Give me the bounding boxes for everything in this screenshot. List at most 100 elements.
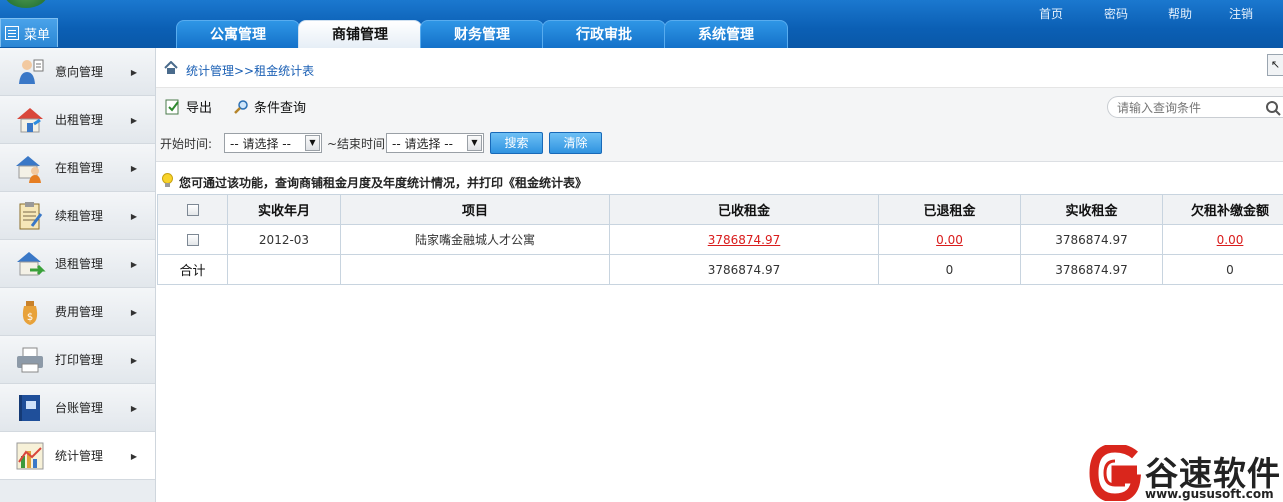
sidebar-item-renting[interactable]: 在租管理 ▶ xyxy=(0,144,155,192)
toolbar: 导出 条件查询 xyxy=(156,88,1283,124)
tab-admin-approval[interactable]: 行政审批 xyxy=(542,20,666,48)
tab-system-management[interactable]: 系统管理 xyxy=(664,20,788,48)
table-total-row: 合计 3786874.97 0 3786874.97 0 xyxy=(157,254,1283,285)
tab-apartment-management[interactable]: 公寓管理 xyxy=(176,20,300,48)
cell-empty xyxy=(340,254,610,285)
sidebar-item-label: 出租管理 xyxy=(55,113,104,127)
search-input[interactable] xyxy=(1117,99,1257,116)
column-header-refunded[interactable]: 已退租金 xyxy=(878,194,1021,225)
export-button[interactable]: 导出 xyxy=(165,97,212,116)
condition-query-label: 条件查询 xyxy=(254,101,307,116)
watermark-url: www.gususoft.com xyxy=(1145,487,1274,501)
tab-finance-management[interactable]: 财务管理 xyxy=(420,20,544,48)
back-icon[interactable]: ↖ xyxy=(1267,54,1283,76)
row-checkbox[interactable] xyxy=(186,234,199,246)
start-time-label: 开始时间: xyxy=(160,137,213,151)
received-amount-link[interactable]: 3786874.97 xyxy=(708,233,781,247)
column-header-actual[interactable]: 实收租金 xyxy=(1020,194,1163,225)
money-bag-icon: $ xyxy=(22,300,38,325)
lightbulb-icon xyxy=(162,173,173,187)
magnifier-icon xyxy=(234,99,248,114)
end-time-label: ~结束时间 xyxy=(327,137,386,151)
top-header: 菜单 公寓管理 商铺管理 财务管理 行政审批 系统管理 首页 密码 帮助 注销 xyxy=(0,0,1283,48)
chevron-right-icon: ▶ xyxy=(130,116,137,125)
column-header-arrears[interactable]: 欠租补缴金额 xyxy=(1162,194,1283,225)
sidebar-item-checkout[interactable]: 退租管理 ▶ xyxy=(0,240,155,288)
home-link[interactable]: 首页 xyxy=(1039,5,1063,22)
bar-chart-icon xyxy=(16,442,44,469)
chevron-right-icon: ▶ xyxy=(130,164,137,173)
table-header-row: 实收年月 项目 已收租金 已退租金 实收租金 欠租补缴金额 xyxy=(157,194,1283,225)
logout-link[interactable]: 注销 xyxy=(1229,5,1253,22)
sidebar-item-rent-out[interactable]: 出租管理 ▶ xyxy=(0,96,155,144)
main-content: 统计管理>>租金统计表 ↖ 导出 条件查询 开始时间: -- 请选择 -- ▼ xyxy=(156,48,1283,502)
clipboard-icon xyxy=(19,201,43,229)
filter-row: 开始时间: -- 请选择 -- ▼ ~结束时间 -- 请选择 -- ▼ 搜索 清… xyxy=(156,124,1283,162)
sidebar-item-label: 费用管理 xyxy=(55,305,104,319)
help-link[interactable]: 帮助 xyxy=(1168,5,1192,22)
sidebar-item-label: 续租管理 xyxy=(55,209,104,223)
sidebar-item-statistics[interactable]: 统计管理 ▶ xyxy=(0,432,155,480)
app-logo xyxy=(4,0,48,8)
chevron-right-icon: ▶ xyxy=(130,68,137,77)
sidebar-item-renewal[interactable]: 续租管理 ▶ xyxy=(0,192,155,240)
select-all-checkbox[interactable] xyxy=(186,203,199,216)
chevron-right-icon: ▶ xyxy=(130,404,137,413)
watermark: 谷速软件 www.gususoft.com xyxy=(1085,443,1283,502)
total-arrears: 0 xyxy=(1162,254,1283,285)
column-header-project[interactable]: 项目 xyxy=(340,194,610,225)
end-time-select[interactable]: -- 请选择 -- ▼ xyxy=(386,133,484,153)
sidebar-item-label: 统计管理 xyxy=(55,449,104,463)
cell-project: 陆家嘴金融城人才公寓 xyxy=(340,224,610,255)
home-icon[interactable] xyxy=(164,61,178,74)
search-box xyxy=(1107,96,1283,118)
column-header-month[interactable]: 实收年月 xyxy=(227,194,341,225)
ledger-book-icon xyxy=(19,394,40,421)
cell-received: 3786874.97 xyxy=(609,224,879,255)
sidebar-item-fees[interactable]: $ 费用管理 ▶ xyxy=(0,288,155,336)
search-icon[interactable] xyxy=(1265,100,1281,116)
start-time-select[interactable]: -- 请选择 -- ▼ xyxy=(224,133,322,153)
chevron-right-icon: ▶ xyxy=(130,212,137,221)
sidebar-item-label: 退租管理 xyxy=(55,257,104,271)
chevron-down-icon: ▼ xyxy=(305,135,320,151)
chevron-down-icon: ▼ xyxy=(467,135,482,151)
tab-shop-management[interactable]: 商铺管理 xyxy=(298,20,422,48)
total-label: 合计 xyxy=(157,254,228,285)
cell-actual: 3786874.97 xyxy=(1020,224,1163,255)
table-row: 2012-03 陆家嘴金融城人才公寓 3786874.97 0.00 37868… xyxy=(157,224,1283,255)
sidebar-item-label: 在租管理 xyxy=(55,161,104,175)
export-label: 导出 xyxy=(186,101,213,116)
sidebar-item-label: 打印管理 xyxy=(55,353,104,367)
breadcrumb[interactable]: 统计管理>>租金统计表 xyxy=(186,62,314,79)
chevron-right-icon: ▶ xyxy=(130,356,137,365)
total-received: 3786874.97 xyxy=(609,254,879,285)
select-all-cell xyxy=(157,194,228,225)
search-button[interactable]: 搜索 xyxy=(490,132,543,154)
row-select-cell xyxy=(157,224,228,255)
column-header-received[interactable]: 已收租金 xyxy=(609,194,879,225)
menu-label: 菜单 xyxy=(24,27,51,43)
breadcrumb-bar: 统计管理>>租金统计表 ↖ xyxy=(156,48,1283,88)
sidebar-item-print[interactable]: 打印管理 ▶ xyxy=(0,336,155,384)
watermark-logo xyxy=(1089,445,1141,501)
house-return-icon xyxy=(17,251,46,275)
refunded-amount-link[interactable]: 0.00 xyxy=(936,233,963,247)
sidebar-item-label: 台账管理 xyxy=(55,401,104,415)
clear-button[interactable]: 清除 xyxy=(549,132,602,154)
sidebar: 意向管理 ▶ 出租管理 ▶ 在租管理 ▶ 续租管理 ▶ 退租管理 ▶ $ 费用管… xyxy=(0,48,156,502)
chevron-right-icon: ▶ xyxy=(130,308,137,317)
intent-icon xyxy=(19,59,44,84)
sidebar-item-ledger[interactable]: 台账管理 ▶ xyxy=(0,384,155,432)
menu-toggle-button[interactable]: 菜单 xyxy=(0,18,58,47)
cell-arrears: 0.00 xyxy=(1162,224,1283,255)
total-actual: 3786874.97 xyxy=(1020,254,1163,285)
password-link[interactable]: 密码 xyxy=(1104,5,1128,22)
sidebar-item-intent[interactable]: 意向管理 ▶ xyxy=(0,48,155,96)
tip-text: 您可通过该功能，查询商铺租金月度及年度统计情况，并打印《租金统计表》 xyxy=(179,176,588,190)
arrears-amount-link[interactable]: 0.00 xyxy=(1217,233,1244,247)
condition-query-button[interactable]: 条件查询 xyxy=(233,97,306,116)
tip-bar: 您可通过该功能，查询商铺租金月度及年度统计情况，并打印《租金统计表》 xyxy=(156,169,1283,193)
start-time-value: -- 请选择 -- xyxy=(230,136,291,151)
rent-statistics-table: 实收年月 项目 已收租金 已退租金 实收租金 欠租补缴金额 2012-03 陆家… xyxy=(157,194,1283,285)
